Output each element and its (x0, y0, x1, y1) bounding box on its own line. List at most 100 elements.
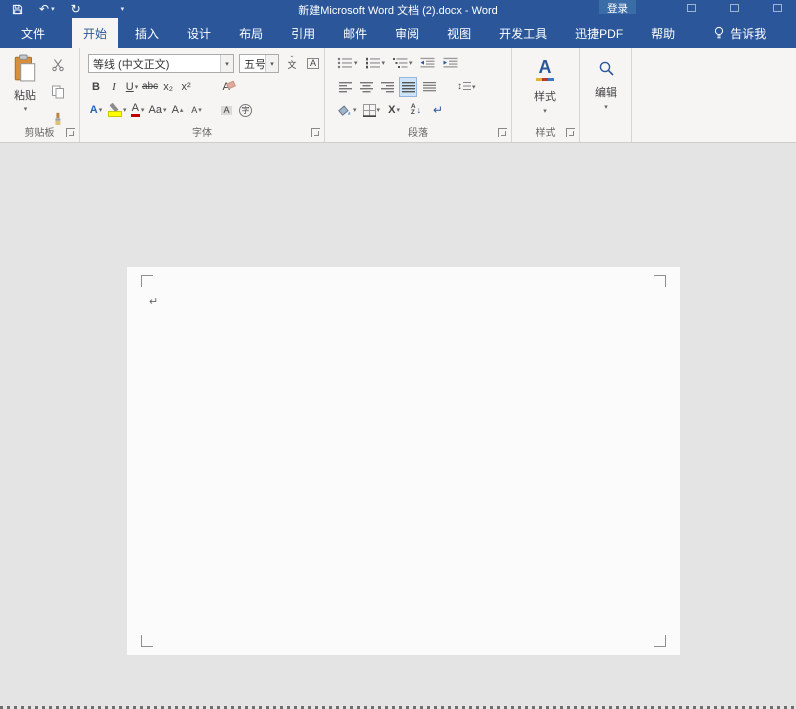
asian-layout-caret-icon[interactable]: ▾ (396, 107, 400, 114)
character-shading-button[interactable]: A (219, 101, 235, 119)
asian-layout-button[interactable]: X ▾ (386, 101, 402, 119)
editing-caret-icon[interactable]: ▾ (604, 103, 608, 111)
clear-formatting-button[interactable]: A (218, 78, 234, 96)
window-title: 新建Microsoft Word 文档 (2).docx - Word (298, 5, 498, 17)
underline-button[interactable]: U ▾ (124, 78, 140, 96)
font-color-icon: A (130, 103, 141, 117)
paragraph-end-mark: ↵ (149, 296, 159, 308)
line-spacing-button[interactable]: ↕ ▾ (457, 78, 476, 96)
cut-button[interactable] (50, 56, 66, 74)
subscript-button[interactable]: x₂ (160, 78, 176, 96)
copy-button[interactable] (50, 83, 66, 101)
tell-me-box[interactable]: 告诉我 (702, 18, 777, 48)
tab-file[interactable]: 文件 (8, 18, 58, 48)
styles-label: 样式 (534, 91, 556, 103)
font-name-caret-icon[interactable]: ▾ (220, 55, 233, 72)
character-border-icon: A (306, 58, 319, 69)
change-case-button[interactable]: Aa ▾ (149, 101, 167, 119)
enclose-characters-icon: 字 (239, 103, 252, 117)
tab-home[interactable]: 开始 (72, 18, 119, 48)
font-size-combobox[interactable]: 五号 ▾ (239, 54, 279, 73)
align-left-button[interactable] (337, 78, 353, 96)
crop-mark-bottom-left (141, 635, 153, 647)
multilevel-caret-icon[interactable]: ▾ (409, 60, 413, 67)
crop-mark-bottom-right (654, 635, 666, 647)
grow-font-button[interactable]: A ▴ (170, 101, 186, 119)
align-center-icon (359, 82, 373, 93)
tab-review[interactable]: 审阅 (384, 18, 430, 48)
tab-view[interactable]: 视图 (436, 18, 482, 48)
font-color-caret-icon[interactable]: ▾ (141, 107, 145, 114)
paste-label: 粘贴 (14, 90, 36, 102)
distribute-icon (422, 82, 436, 92)
font-size-value: 五号 (244, 58, 265, 71)
paste-dropdown-caret-icon[interactable]: ▾ (24, 105, 28, 113)
superscript-button[interactable]: x² (178, 78, 194, 96)
font-color-button[interactable]: A ▾ (130, 101, 146, 119)
text-effects-icon: A (89, 103, 98, 116)
clipboard-dialog-launcher[interactable] (66, 128, 75, 137)
tab-pdf-addin[interactable]: 迅捷PDF (564, 18, 634, 48)
tab-mailings[interactable]: 邮件 (332, 18, 378, 48)
tab-developer[interactable]: 开发工具 (488, 18, 558, 48)
text-highlight-button[interactable]: ▾ (107, 101, 127, 119)
decrease-indent-button[interactable] (420, 54, 436, 72)
styles-group: A 样式 ▾ 样式 (512, 48, 580, 142)
bullets-button[interactable]: ▾ (337, 54, 358, 72)
copy-icon (52, 85, 64, 99)
styles-dialog-launcher[interactable] (566, 128, 575, 137)
align-center-button[interactable] (358, 78, 374, 96)
italic-button[interactable]: I (106, 78, 122, 96)
shrink-font-button[interactable]: A ▾ (189, 101, 205, 119)
tab-design[interactable]: 设计 (176, 18, 222, 48)
styles-caret-icon[interactable]: ▾ (543, 107, 547, 115)
paragraph-dialog-launcher[interactable] (498, 128, 507, 137)
change-case-caret-icon[interactable]: ▾ (163, 107, 167, 114)
editing-group: 编辑 ▾ (580, 48, 632, 142)
strikethrough-button[interactable]: abc (142, 78, 158, 96)
tab-insert[interactable]: 插入 (124, 18, 170, 48)
show-hide-marks-button[interactable]: ↵ (430, 101, 446, 119)
font-dialog-launcher[interactable] (311, 128, 320, 137)
styles-button[interactable]: A 样式 ▾ (522, 54, 568, 126)
ribbon-display-options-button[interactable] (687, 4, 696, 12)
shading-caret-icon[interactable]: ▾ (353, 107, 357, 114)
tab-layout[interactable]: 布局 (228, 18, 274, 48)
distribute-button[interactable] (421, 78, 437, 96)
font-name-combobox[interactable]: 等线 (中文正文) ▾ (88, 54, 234, 73)
increase-indent-button[interactable] (443, 54, 459, 72)
borders-caret-icon[interactable]: ▾ (377, 107, 381, 114)
document-page[interactable]: ↵ (127, 267, 680, 655)
maximize-button[interactable] (773, 4, 782, 12)
change-case-icon: Aa (148, 103, 162, 116)
search-icon (599, 61, 614, 76)
paste-button[interactable]: 粘贴 ▾ (6, 54, 44, 124)
highlight-caret-icon[interactable]: ▾ (123, 107, 127, 114)
underline-caret-icon[interactable]: ▾ (135, 84, 139, 91)
justify-button[interactable] (399, 77, 417, 97)
enclose-characters-button[interactable]: 字 (238, 101, 254, 119)
crop-mark-top-left (141, 275, 153, 287)
minimize-button[interactable] (730, 4, 739, 12)
shading-button[interactable]: ▾ (337, 101, 357, 119)
character-border-button[interactable]: A (305, 55, 321, 73)
font-name-value: 等线 (中文正文) (93, 58, 170, 71)
editing-button[interactable]: 编辑 ▾ (586, 56, 626, 124)
bullets-caret-icon[interactable]: ▾ (354, 60, 358, 67)
tab-references[interactable]: 引用 (280, 18, 326, 48)
numbering-button[interactable]: ▾ (365, 54, 386, 72)
borders-button[interactable]: ▾ (362, 101, 381, 119)
phonetic-guide-button[interactable]: ˇ 文 (284, 55, 300, 73)
numbering-caret-icon[interactable]: ▾ (382, 60, 386, 67)
font-size-caret-icon[interactable]: ▾ (265, 55, 278, 72)
sort-button[interactable]: A Z ↓ (408, 101, 424, 119)
sign-in-button[interactable]: 登录 (599, 0, 636, 15)
multilevel-list-button[interactable]: ▾ (392, 54, 413, 72)
bold-button[interactable]: B (88, 78, 104, 96)
text-effects-caret-icon[interactable]: ▾ (99, 107, 103, 114)
align-right-button[interactable] (379, 78, 395, 96)
grow-font-arrow-icon: ▴ (179, 106, 184, 114)
line-spacing-caret-icon[interactable]: ▾ (472, 84, 476, 91)
tab-help[interactable]: 帮助 (640, 18, 686, 48)
text-effects-button[interactable]: A ▾ (88, 101, 104, 119)
